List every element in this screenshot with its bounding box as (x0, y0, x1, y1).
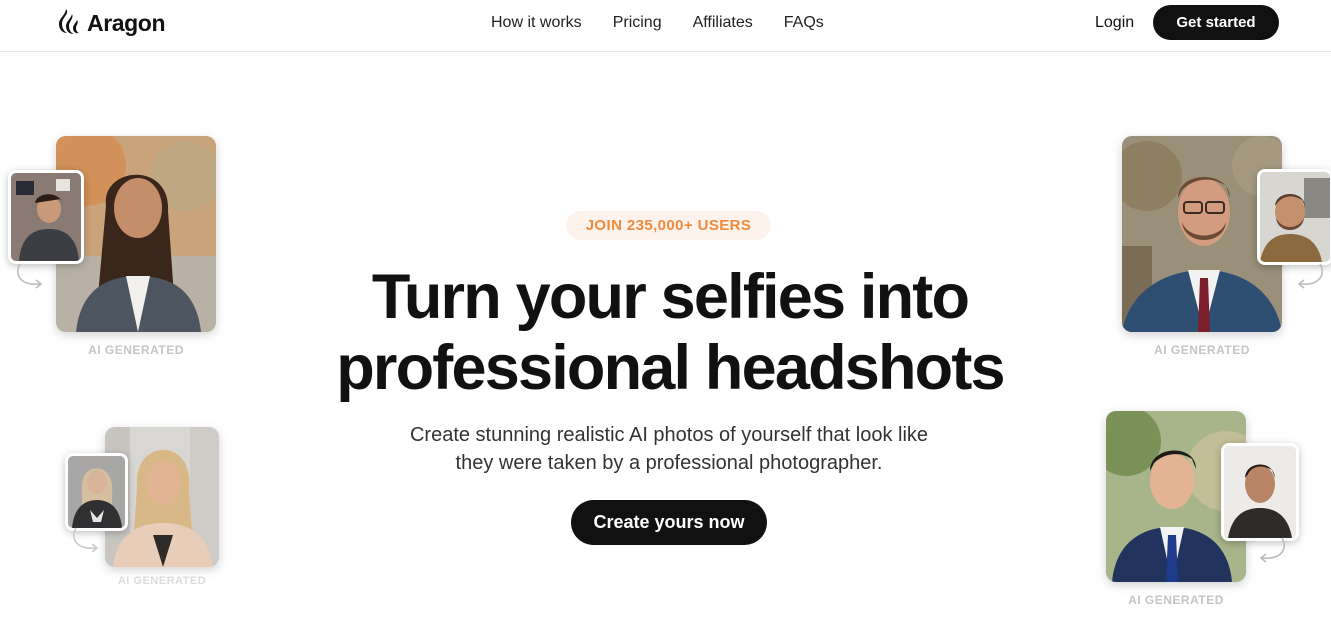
nav-affiliates[interactable]: Affiliates (693, 14, 753, 32)
logo-link[interactable]: Aragon (57, 8, 166, 38)
curved-arrow-icon (1297, 263, 1324, 289)
selfie-man-smiling (1221, 443, 1299, 541)
nav-faqs[interactable]: FAQs (784, 14, 824, 32)
curved-arrow-icon (16, 263, 43, 289)
main-nav: How it works Pricing Affiliates FAQs (491, 14, 855, 32)
get-started-button[interactable]: Get started (1153, 5, 1279, 40)
ai-generated-label: AI GENERATED (117, 575, 207, 587)
curved-arrow-icon (72, 527, 99, 553)
ai-generated-label: AI GENERATED (1154, 343, 1250, 357)
create-yours-now-button[interactable]: Create yours now (571, 500, 767, 545)
brand-name: Aragon (87, 9, 166, 36)
flame-logo-icon (59, 9, 79, 34)
selfie-woman-dark-hair (8, 170, 84, 264)
login-link[interactable]: Login (1095, 14, 1134, 32)
nav-pricing[interactable]: Pricing (613, 14, 662, 32)
users-count-badge: JOIN 235,000+ USERS (566, 211, 771, 240)
selfie-man-beard (1257, 169, 1331, 265)
hero-title-line-2: professional headshots (336, 333, 1005, 403)
ai-generated-label: AI GENERATED (88, 343, 184, 357)
hero-subtitle: Create stunning realistic AI photos of y… (365, 421, 973, 477)
hero-title-line-1: Turn your selfies into (371, 262, 970, 332)
selfie-woman-blonde (65, 453, 128, 531)
site-header: Aragon How it works Pricing Affiliates F… (0, 0, 1331, 52)
nav-how-it-works[interactable]: How it works (491, 14, 582, 32)
ai-generated-label: AI GENERATED (1128, 593, 1224, 607)
hero-subtitle-line-2: they were taken by a professional photog… (455, 452, 883, 474)
hero-title: Turn your selfies into professional head… (300, 262, 1040, 404)
curved-arrow-icon (1259, 537, 1286, 563)
hero-subtitle-line-1: Create stunning realistic AI photos of y… (409, 424, 929, 446)
